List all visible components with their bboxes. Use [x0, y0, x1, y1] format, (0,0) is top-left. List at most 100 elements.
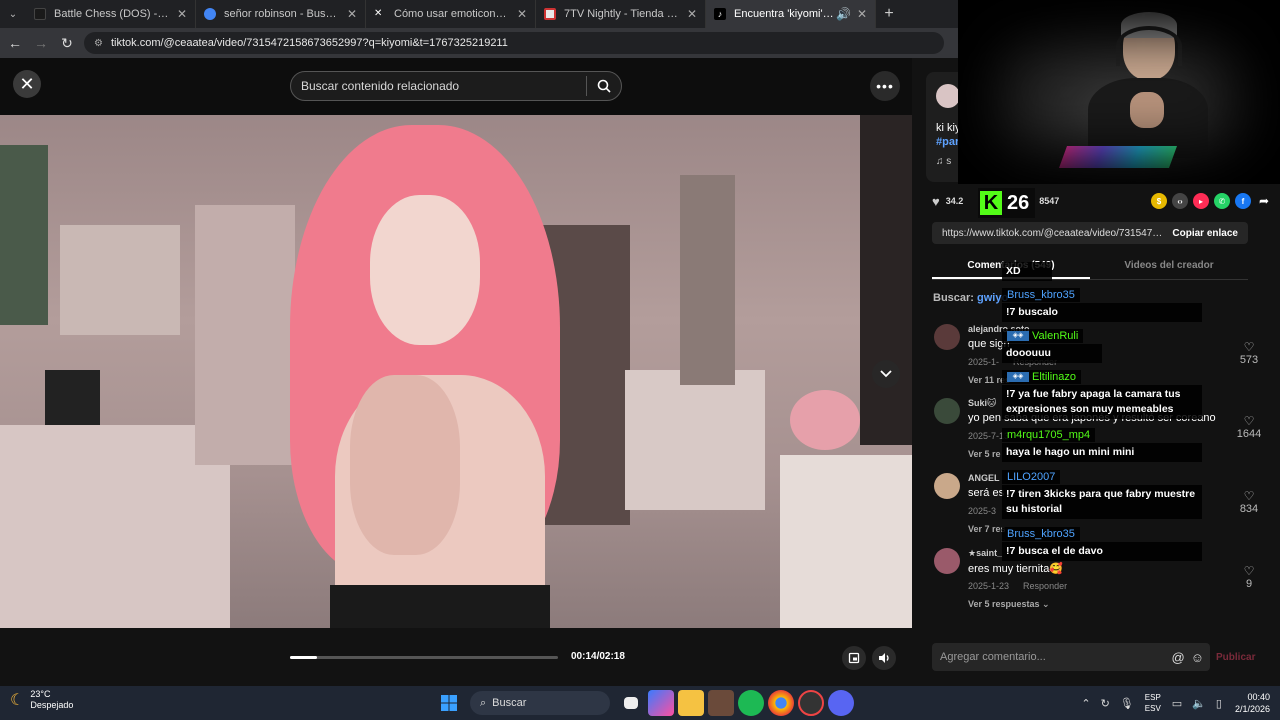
author-avatar[interactable]: [936, 84, 960, 108]
browser-tab[interactable]: ✕ Cómo usar emoticonos en el ch ✕: [366, 0, 536, 28]
tab-close-icon[interactable]: ✕: [347, 7, 357, 21]
view-replies-link[interactable]: Ver 7 res: [968, 524, 1006, 534]
search-hint[interactable]: Buscar: gwiyo: [933, 292, 1008, 304]
forward-arrow-icon[interactable]: →: [30, 32, 52, 54]
copy-link-button[interactable]: Copiar enlace: [1162, 228, 1248, 239]
game-app-icon[interactable]: [708, 690, 734, 716]
clock[interactable]: 00:40 2/1/2026: [1235, 691, 1270, 715]
file-explorer-icon[interactable]: [678, 690, 704, 716]
tab-close-icon[interactable]: ✕: [857, 7, 867, 21]
discord-icon[interactable]: [828, 690, 854, 716]
language-indicator[interactable]: ESP ESV: [1145, 692, 1161, 714]
comment-like[interactable]: ♡ 573: [1234, 340, 1264, 366]
network-icon[interactable]: ▭: [1172, 697, 1182, 710]
lang-code: ESP: [1144, 693, 1161, 702]
next-video-button[interactable]: [872, 360, 900, 388]
view-replies-link[interactable]: Ver 5 re: [968, 449, 1001, 459]
tab-close-icon[interactable]: ✕: [517, 7, 527, 21]
search-icon[interactable]: [587, 72, 621, 100]
task-view-icon[interactable]: [624, 697, 638, 709]
tab-audio-icon[interactable]: 🔊: [836, 7, 851, 21]
comment-user[interactable]: ★saint_: [968, 548, 1002, 559]
heart-icon: ♥: [932, 193, 940, 209]
chrome-icon[interactable]: [768, 690, 794, 716]
comment-composer: @ ☺ Publicar: [932, 642, 1268, 672]
reply-button[interactable]: Responder: [1023, 581, 1067, 591]
chevron-up-icon[interactable]: ⌃: [1081, 697, 1090, 710]
facebook-icon[interactable]: f: [1235, 193, 1251, 209]
avatar[interactable]: [934, 473, 960, 499]
whatsapp-icon[interactable]: ✆: [1214, 193, 1230, 209]
tab-creator-videos[interactable]: Videos del creador: [1090, 254, 1248, 279]
tab-search-menu-icon[interactable]: ⌄: [0, 0, 26, 28]
chat-text: !7 buscalo: [1002, 303, 1202, 322]
comment-user[interactable]: Suki🐱: [968, 398, 996, 409]
back-arrow-icon[interactable]: ←: [4, 32, 26, 54]
share-link-url[interactable]: https://www.tiktok.com/@ceaatea/video/73…: [932, 228, 1162, 239]
avatar[interactable]: [934, 548, 960, 574]
chat-user: Bruss_kbro35: [1002, 288, 1080, 302]
copilot-icon[interactable]: [648, 690, 674, 716]
comment-like[interactable]: ♡ 9: [1234, 564, 1264, 590]
reload-icon[interactable]: ↻: [56, 32, 78, 54]
microphone-icon[interactable]: 🎙: [1120, 697, 1134, 710]
url-field[interactable]: ⚙ tiktok.com/@ceaatea/video/731547215867…: [84, 32, 944, 54]
video-player[interactable]: [0, 115, 912, 628]
window-frame: [680, 175, 735, 385]
view-replies-link[interactable]: Ver 5 respuestas ⌄: [968, 599, 1050, 610]
dark-right-wall: [860, 115, 912, 445]
taskbar-search[interactable]: ⌕ Buscar: [470, 691, 610, 715]
chat-user: ValenRuli: [1032, 330, 1079, 342]
comment-like[interactable]: ♡ 834: [1234, 489, 1264, 515]
avatar[interactable]: [934, 324, 960, 350]
black-top: [330, 585, 550, 628]
picture-in-picture-icon[interactable]: [842, 646, 866, 670]
comment-date: 2025-3: [968, 506, 997, 516]
new-tab-button[interactable]: +: [876, 0, 902, 28]
speaker-icon[interactable]: 🔈: [1192, 697, 1206, 710]
browser-tab[interactable]: señor robinson - Buscar con Go ✕: [196, 0, 366, 28]
windows-start-icon[interactable]: [436, 690, 462, 716]
related-search-input[interactable]: [301, 79, 586, 93]
comment-input-box[interactable]: @ ☺: [932, 643, 1210, 671]
tab-close-icon[interactable]: ✕: [177, 7, 187, 21]
weather-widget[interactable]: ☾ 23°C Despejado: [10, 689, 73, 711]
comment-user[interactable]: ANGEL: [968, 473, 1000, 483]
more-options-button[interactable]: •••: [870, 71, 900, 101]
hashtag-link[interactable]: #par: [936, 136, 959, 148]
share-arrow-icon[interactable]: ➦: [1256, 193, 1272, 209]
heart-outline-icon: ♡: [1243, 340, 1255, 354]
browser-tab-active[interactable]: ♪ Encuentra 'kiyomi' en TikTok 🔊 ✕: [706, 0, 876, 28]
like-action[interactable]: ♥ 34.2: [932, 194, 963, 209]
kick-logo-icon: K: [980, 191, 1002, 215]
comment-like[interactable]: ♡ 1644: [1234, 414, 1264, 440]
comment-like-count: 9: [1245, 578, 1253, 590]
keyboard-layout: ESV: [1144, 704, 1161, 713]
panel-tabs: Comentarios (549) Videos del creador: [932, 254, 1248, 280]
battery-icon[interactable]: ▯: [1216, 697, 1222, 710]
app-icon[interactable]: [798, 690, 824, 716]
tab-close-icon[interactable]: ✕: [687, 7, 697, 21]
embed-icon[interactable]: ‹›: [1172, 193, 1188, 209]
like-count: 34.2: [945, 196, 964, 206]
volume-icon[interactable]: [872, 646, 896, 670]
close-video-button[interactable]: ✕: [13, 70, 41, 98]
tab-title: 7TV Nightly - Tienda web de C: [564, 8, 681, 20]
mention-icon[interactable]: @: [1172, 650, 1185, 665]
chat-user: Eltilinazo: [1032, 371, 1077, 383]
site-info-icon[interactable]: ⚙: [94, 38, 103, 49]
emoji-icon[interactable]: ☺: [1191, 650, 1204, 665]
webcam-vignette: [958, 0, 1280, 184]
music-link[interactable]: ♫ s: [936, 156, 951, 167]
progress-bar[interactable]: [290, 656, 558, 659]
related-search-box[interactable]: [290, 71, 622, 101]
browser-tab[interactable]: Battle Chess (DOS) - online gam ✕: [26, 0, 196, 28]
spotify-icon[interactable]: [738, 690, 764, 716]
send-icon[interactable]: ▸: [1193, 193, 1209, 209]
browser-tab[interactable]: 7TV Nightly - Tienda web de C ✕: [536, 0, 706, 28]
coin-icon[interactable]: $: [1151, 193, 1167, 209]
sync-icon[interactable]: ↻: [1101, 697, 1110, 710]
avatar[interactable]: [934, 398, 960, 424]
publish-button[interactable]: Publicar: [1216, 652, 1255, 663]
comment-input[interactable]: [940, 651, 1172, 663]
